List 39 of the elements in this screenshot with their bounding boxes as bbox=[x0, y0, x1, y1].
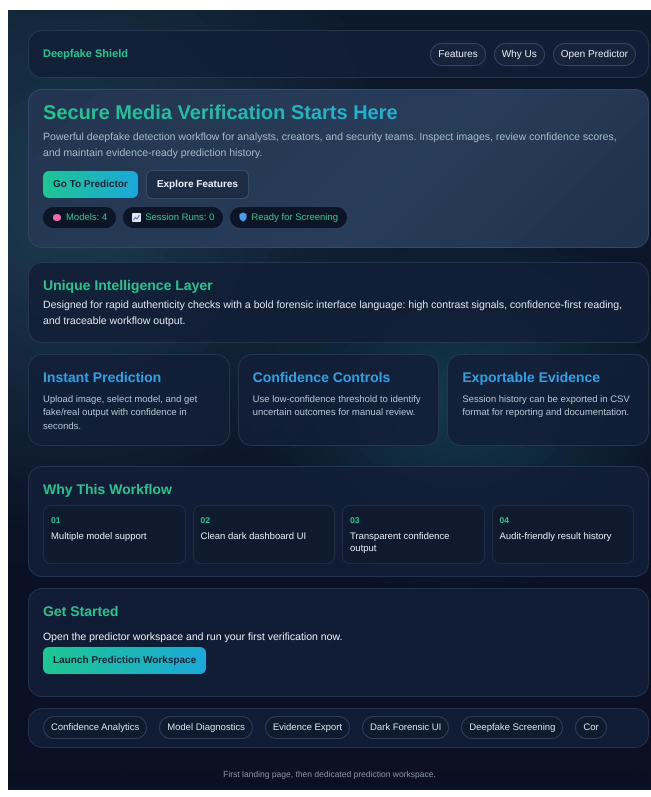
feature-text: Upload image, select model, and get fake/real output with confidence in seconds. bbox=[43, 392, 198, 434]
nav-link[interactable]: Open Predictor bbox=[552, 42, 636, 66]
section-title: Why This Workflow bbox=[43, 480, 173, 497]
explore-features-button[interactable]: Explore Features bbox=[146, 170, 249, 199]
chart-icon bbox=[132, 212, 142, 222]
launch-workspace-button[interactable]: Launch Prediction Workspace bbox=[43, 646, 206, 674]
feature-tag: Deepfake Screening bbox=[461, 716, 564, 740]
feature-tag: Evidence Export bbox=[264, 716, 350, 740]
feature-text: Session history can be exported in CSV format for reporting and documentation. bbox=[462, 392, 631, 420]
step-number: 02 bbox=[200, 514, 211, 525]
step-text: Clean dark dashboard UI bbox=[200, 530, 308, 544]
go-to-predictor-button[interactable]: Go To Predictor bbox=[43, 170, 138, 198]
feature-title: Instant Prediction bbox=[43, 368, 162, 385]
step-text: Multiple model support bbox=[51, 530, 148, 544]
feature-text: Use low-confidence threshold to identify uncertain outcomes for manual review. bbox=[252, 392, 422, 420]
get-started-text: Open the predictor workspace and run your first verification now. bbox=[43, 630, 344, 645]
step-text: Audit-friendly result history bbox=[500, 530, 612, 544]
hero-description: Powerful deepfake detection workflow for analysts, creators, and security teams. Inspect images, review confidence scores, and maintain evidence-ready prediction history. bbox=[43, 130, 618, 162]
feature-tag: Cor bbox=[575, 716, 607, 740]
step-number: 04 bbox=[500, 514, 510, 525]
step-number: 03 bbox=[350, 514, 360, 525]
feature-title: Exportable Evidence bbox=[462, 368, 602, 385]
step-text: Transparent confidence output bbox=[350, 530, 450, 556]
feature-title: Confidence Controls bbox=[252, 368, 392, 385]
shield-icon bbox=[239, 212, 248, 222]
badge-label: Ready for Screening bbox=[251, 212, 338, 223]
section-title: Get Started bbox=[43, 602, 120, 619]
badge-label: Session Runs: 0 bbox=[145, 212, 214, 223]
feature-tag: Model Diagnostics bbox=[159, 716, 253, 740]
intro-text: Designed for rapid authenticity checks with a bold forensic interface language: high contrast signals, confidence-first reading, and traceable workflow output. bbox=[43, 298, 623, 330]
brand-name: Deepfake Shield bbox=[43, 48, 128, 60]
feature-tag: Confidence Analytics bbox=[43, 716, 148, 740]
nav-link[interactable]: Features bbox=[430, 42, 486, 66]
badge-label: Models: 4 bbox=[66, 212, 108, 223]
nav-link[interactable]: Why Us bbox=[494, 42, 545, 66]
section-title: Unique Intelligence Layer bbox=[43, 277, 214, 293]
step-number: 01 bbox=[51, 514, 62, 525]
feature-tag: Dark Forensic UI bbox=[362, 716, 450, 740]
footer-note: First landing page, then dedicated prediction workspace. bbox=[223, 768, 436, 779]
